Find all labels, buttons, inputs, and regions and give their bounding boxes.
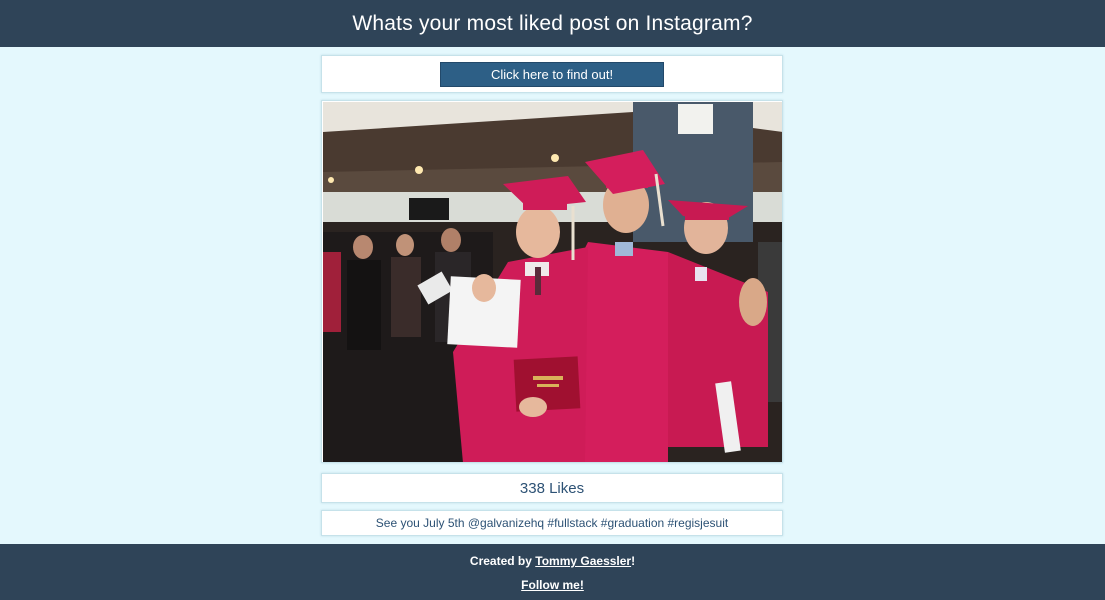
likes-count: 338 Likes bbox=[321, 473, 783, 503]
page-footer: Created by Tommy Gaessler! Follow me! bbox=[0, 544, 1105, 600]
credit-line: Created by Tommy Gaessler! bbox=[0, 554, 1105, 568]
page-title: Whats your most liked post on Instagram? bbox=[352, 11, 753, 35]
action-card: Click here to find out! bbox=[321, 55, 783, 93]
post-image-card bbox=[321, 100, 783, 463]
follow-me-link[interactable]: Follow me! bbox=[521, 578, 584, 592]
find-out-button[interactable]: Click here to find out! bbox=[440, 61, 664, 87]
author-link[interactable]: Tommy Gaessler bbox=[535, 554, 631, 568]
post-caption: See you July 5th @galvanizehq #fullstack… bbox=[321, 510, 783, 536]
credit-prefix: Created by bbox=[469, 554, 536, 568]
page-header: Whats your most liked post on Instagram? bbox=[0, 0, 1105, 47]
credit-suffix: ! bbox=[631, 554, 636, 568]
post-photo bbox=[323, 102, 782, 462]
follow-line: Follow me! bbox=[0, 578, 1105, 592]
